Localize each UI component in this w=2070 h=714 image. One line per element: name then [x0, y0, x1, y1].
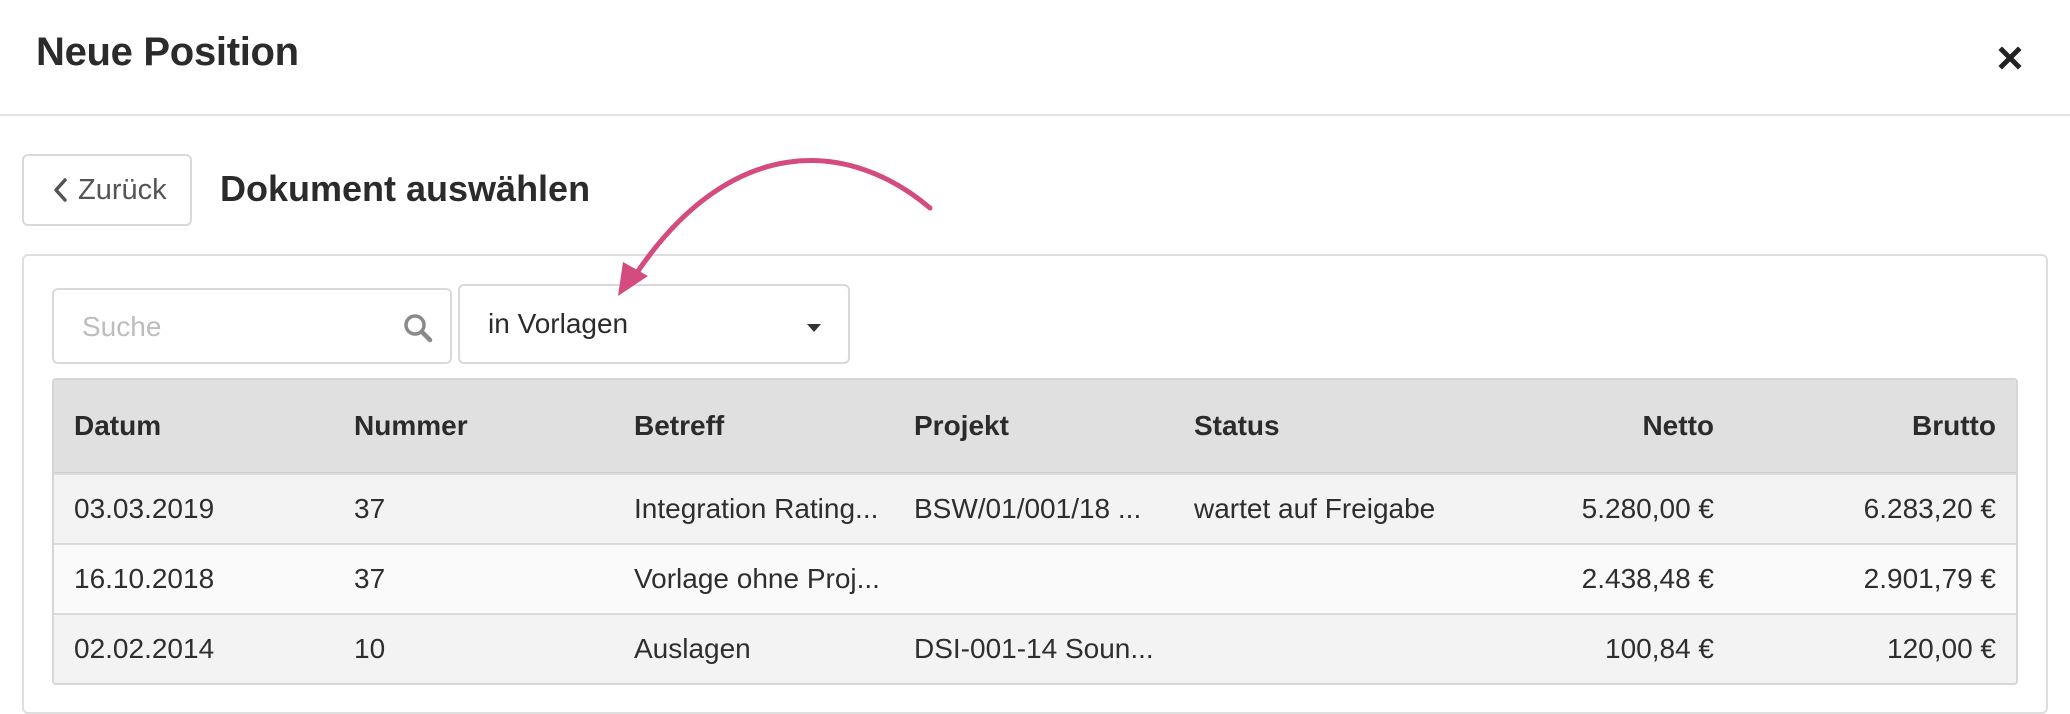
modal-title: Neue Position	[36, 30, 299, 74]
col-header-betreff[interactable]: Betreff	[634, 380, 724, 472]
cell-nummer: 37	[354, 493, 386, 524]
cell-status: wartet auf Freigabe	[1194, 493, 1436, 524]
cell-datum: 16.10.2018	[74, 563, 215, 594]
close-button[interactable]	[1988, 36, 2032, 80]
table-row[interactable]: 03.03.2019 37 Integration Rating... BSW/…	[54, 473, 2016, 543]
modal-header: Neue Position	[0, 0, 2070, 116]
table-row[interactable]: 02.02.2014 10 Auslagen DSI-001-14 Soun..…	[54, 613, 2016, 683]
cell-betreff: Auslagen	[634, 633, 751, 664]
search-icon[interactable]	[402, 312, 434, 349]
table-header: Datum Nummer Betreff Projekt Status Nett…	[54, 380, 2016, 473]
table-row[interactable]: 16.10.2018 37 Vorlage ohne Proj... 2.438…	[54, 543, 2016, 613]
back-button-label: Zurück	[78, 173, 167, 206]
cell-brutto: 2.901,79 €	[1863, 563, 1996, 594]
cell-netto: 100,84 €	[1605, 633, 1714, 664]
cell-nummer: 10	[354, 633, 386, 664]
cell-projekt: DSI-001-14 Soun...	[914, 633, 1154, 664]
search-input[interactable]	[80, 304, 384, 350]
cell-nummer: 37	[354, 563, 386, 594]
cell-brutto: 6.283,20 €	[1863, 493, 1996, 524]
col-header-status[interactable]: Status	[1194, 380, 1280, 472]
col-header-projekt[interactable]: Projekt	[914, 380, 1009, 472]
col-header-netto[interactable]: Netto	[1642, 380, 1714, 472]
col-header-brutto[interactable]: Brutto	[1912, 380, 1996, 472]
cell-netto: 5.280,00 €	[1581, 493, 1714, 524]
caret-down-icon	[806, 320, 822, 338]
cell-datum: 02.02.2014	[74, 633, 215, 664]
filter-select[interactable]: in Vorlagen	[458, 284, 850, 364]
cell-projekt: BSW/01/001/18 ...	[914, 493, 1142, 524]
chevron-left-icon	[52, 177, 68, 203]
cell-netto: 2.438,48 €	[1581, 563, 1714, 594]
cell-datum: 03.03.2019	[74, 493, 215, 524]
col-header-datum[interactable]: Datum	[74, 380, 161, 472]
cell-betreff: Vorlage ohne Proj...	[634, 563, 880, 594]
cell-betreff: Integration Rating...	[634, 493, 879, 524]
search-field[interactable]	[52, 288, 452, 364]
col-header-nummer[interactable]: Nummer	[354, 380, 468, 472]
filter-select-value: in Vorlagen	[488, 308, 629, 339]
close-icon[interactable]	[1988, 36, 2032, 80]
documents-table: Datum Nummer Betreff Projekt Status Nett…	[52, 378, 2018, 685]
cell-brutto: 120,00 €	[1887, 633, 1996, 664]
back-button[interactable]: Zurück	[22, 154, 192, 226]
section-title: Dokument auswählen	[220, 168, 591, 209]
